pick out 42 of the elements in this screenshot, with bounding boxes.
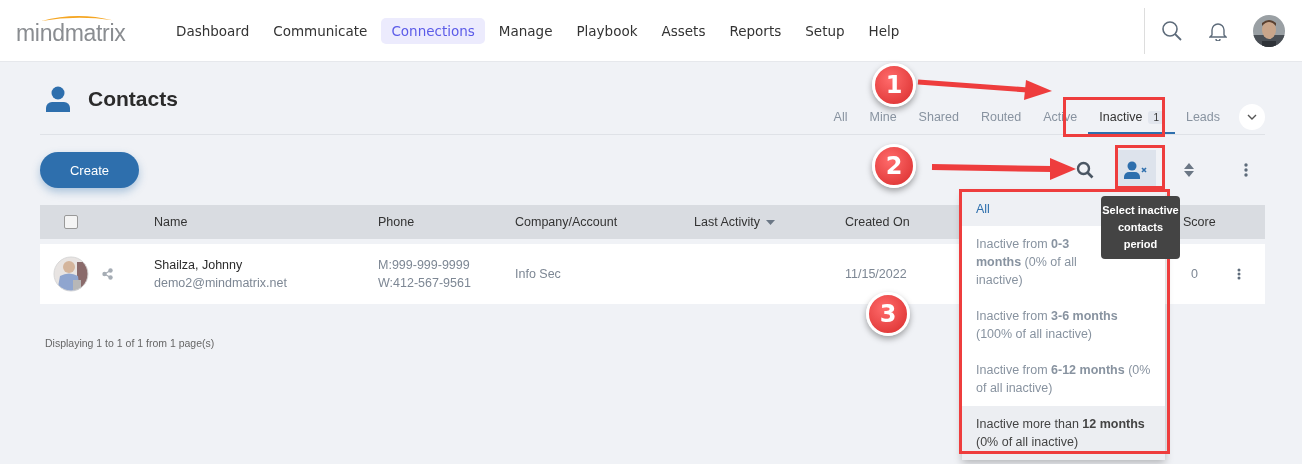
search-icon[interactable] (1161, 19, 1183, 42)
phone-number: M:999-999-9999 (378, 258, 470, 272)
nav-item[interactable]: Manage (488, 17, 563, 44)
nav-item[interactable]: Communicate (263, 17, 378, 44)
nav-item[interactable]: Setup (795, 17, 855, 44)
column-header[interactable]: Name (154, 215, 188, 229)
search-icon[interactable] (1076, 161, 1094, 179)
more-options-icon[interactable] (1244, 163, 1248, 177)
phone-number: W:412-567-9561 (378, 276, 471, 290)
nav-item[interactable]: Dashboard (166, 17, 260, 44)
step-badge: 3 (866, 292, 910, 336)
bell-icon[interactable] (1209, 20, 1227, 41)
sort-caret-icon (766, 219, 775, 225)
menu-item[interactable]: Inactive more than 12 months (0% of all inactive) (962, 406, 1165, 460)
contact-name[interactable]: Shailza, Johnny (154, 258, 243, 272)
column-header[interactable]: Created On (845, 215, 910, 229)
created-date: 11/15/2022 (845, 267, 907, 281)
column-header[interactable]: Score (1183, 215, 1216, 229)
contact-email: demo2@mindmatrix.net (154, 276, 287, 290)
sort-icon[interactable] (1183, 162, 1195, 178)
page-title: Contacts (88, 87, 178, 111)
nav-item[interactable]: Connections (381, 17, 485, 44)
tab[interactable]: Inactive 1 (1088, 110, 1175, 134)
column-header[interactable]: Phone (378, 215, 415, 229)
nav-item[interactable]: Playbook (566, 17, 648, 44)
more-options-icon[interactable] (1237, 268, 1241, 280)
nav-item[interactable]: Assets (651, 17, 716, 44)
score-value: 0 (1190, 267, 1198, 281)
nav-item[interactable]: Help (858, 17, 910, 44)
step-badge: 1 (872, 63, 916, 107)
column-header[interactable]: Company/Account (515, 215, 618, 229)
chevron-down-icon (1247, 114, 1257, 120)
select-all-checkbox[interactable] (64, 215, 78, 229)
company-name: Info Sec (515, 267, 561, 281)
person-remove-icon (1124, 161, 1148, 179)
column-header[interactable]: Last Activity (694, 215, 760, 229)
tooltip: Select inactive contacts period (1101, 196, 1180, 259)
person-icon (46, 86, 70, 112)
create-button[interactable]: Create (40, 152, 139, 188)
pagination-info: Displaying 1 to 1 of 1 from 1 page(s) (45, 337, 216, 349)
nav-item[interactable]: Reports (719, 17, 792, 44)
step-badge: 2 (872, 144, 916, 188)
